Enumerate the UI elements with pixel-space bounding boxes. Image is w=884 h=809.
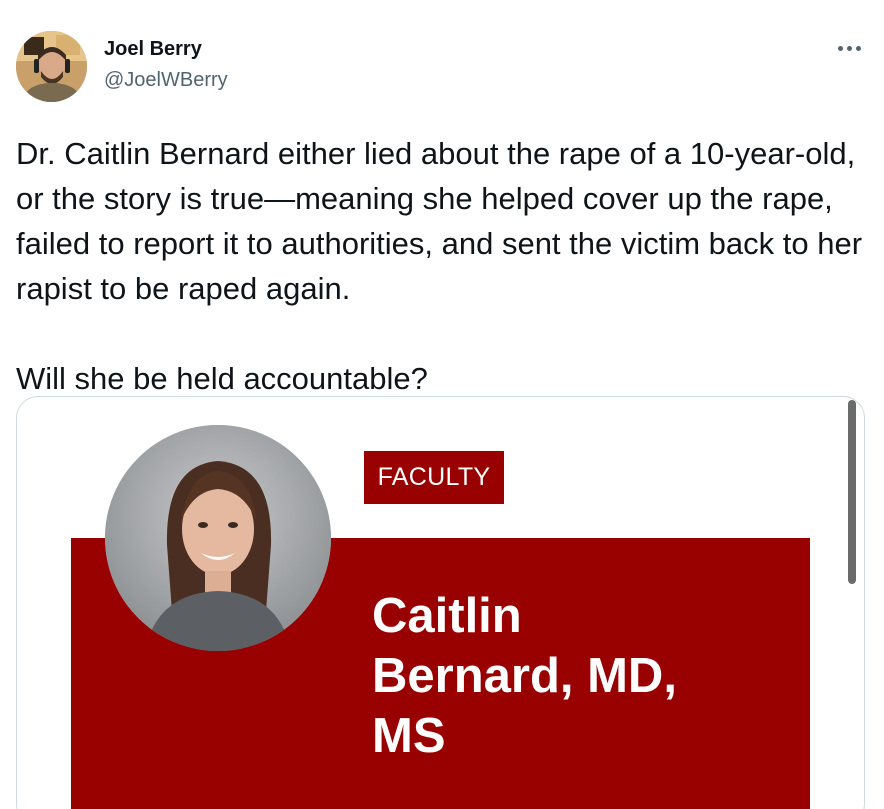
profile-name: Caitlin Bernard, MD, MS [372,586,772,766]
profile-name-line: Bernard, MD, [372,649,677,703]
author-avatar[interactable] [16,31,87,102]
portrait-image [105,425,331,651]
tweet-paragraph: Will she be held accountable? [16,361,428,396]
tweet: Joel Berry @JoelWBerry Dr. Caitlin Berna… [0,0,884,809]
more-horizontal-icon-dot [846,45,852,51]
profile-photo [105,425,331,651]
tweet-text: Dr. Caitlin Bernard either lied about th… [16,131,866,401]
author-name[interactable]: Joel Berry [104,38,202,61]
profile-name-line: MS [372,709,446,763]
more-horizontal-icon-dot [855,45,861,51]
author-handle[interactable]: @JoelWBerry [104,69,228,92]
media-scrollbar[interactable] [848,400,856,584]
profile-name-line: Caitlin [372,589,522,643]
more-horizontal-icon [837,45,843,51]
tweet-media-card[interactable]: FACULTY Caitlin Bernard, MD, MS [16,396,865,809]
tweet-paragraph: Dr. Caitlin Bernard either lied about th… [16,136,863,306]
faculty-badge: FACULTY [364,451,504,504]
more-options-button[interactable] [831,35,867,61]
avatar-photo [16,31,87,102]
